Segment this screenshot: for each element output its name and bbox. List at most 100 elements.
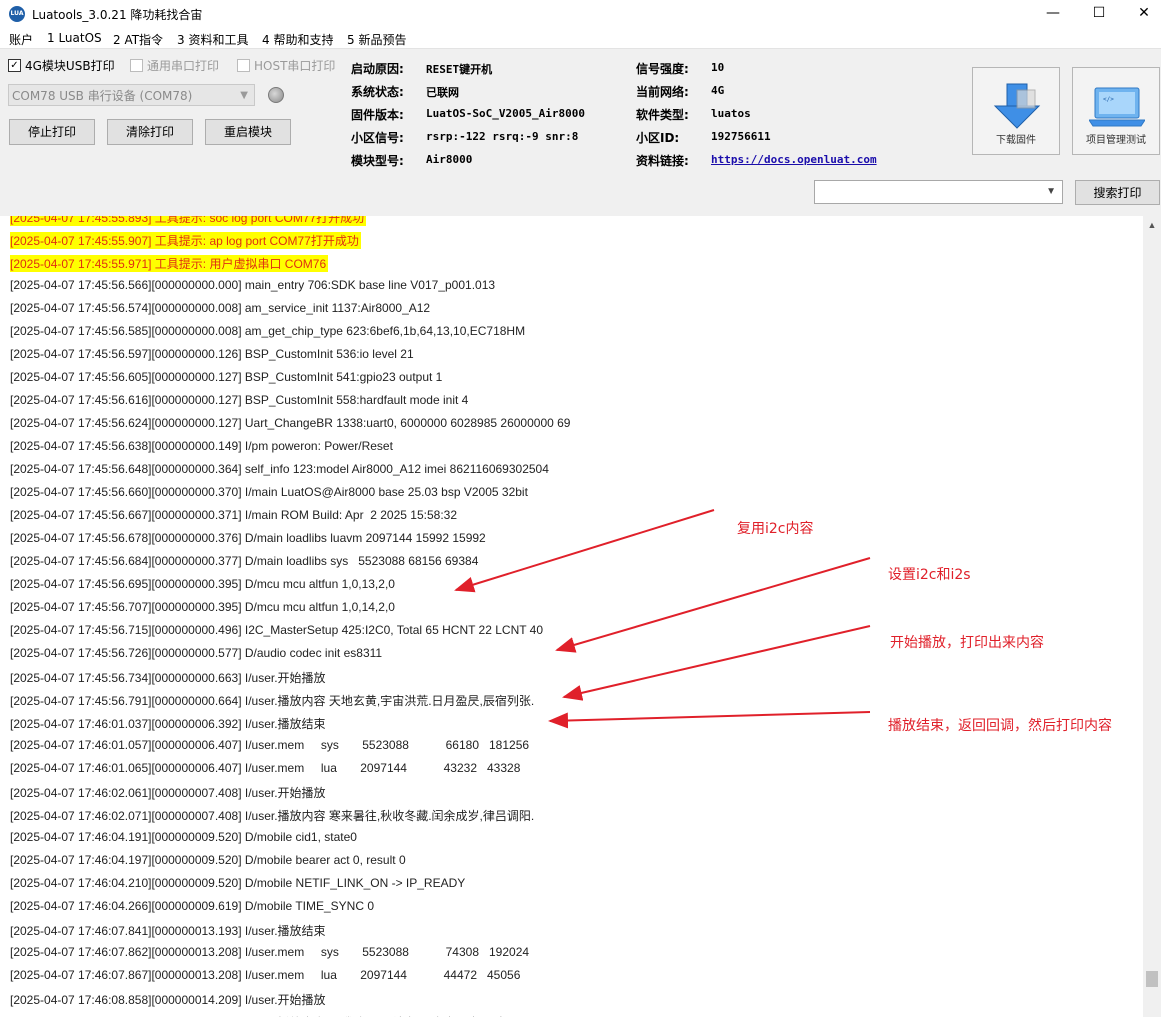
annotation-play-start: 开始播放，打印出来内容 — [890, 635, 1044, 651]
log-line: [2025-04-07 17:45:56.695][000000000.395]… — [10, 577, 395, 591]
log-output[interactable]: [2025-04-07 17:45:55.893] 工具提示: soc log … — [0, 216, 1143, 1017]
search-input[interactable]: ▼ — [814, 180, 1063, 204]
window-title: Luatools_3.0.21 降功耗找合宙 — [32, 8, 203, 22]
cell-signal-label: 小区信号: — [351, 131, 404, 145]
scroll-up-arrow-icon[interactable]: ▲ — [1143, 216, 1161, 234]
log-line: [2025-04-07 17:46:04.191][000000009.520]… — [10, 830, 357, 844]
usb-print-label: 4G模块USB打印 — [25, 59, 115, 73]
cell-signal-value: rsrp:-122 rsrq:-9 snr:8 — [426, 130, 579, 143]
system-state-label: 系统状态: — [351, 85, 404, 99]
log-line: [2025-04-07 17:45:55.907] 工具提示: ap log p… — [10, 232, 361, 249]
checkbox-box — [130, 59, 143, 72]
download-firmware-button[interactable]: 下载固件 — [972, 67, 1060, 155]
usb-print-checkbox[interactable]: ✓ 4G模块USB打印 — [8, 57, 115, 74]
annotation-reuse-i2c: 复用i2c内容 — [737, 521, 814, 537]
log-line: [2025-04-07 17:46:02.071][000000007.408]… — [10, 809, 535, 823]
menu-help-support[interactable]: 4 帮助和支持 — [262, 31, 333, 48]
port-select[interactable]: COM78 USB 串行设备 (COM78) ▼ — [8, 84, 255, 106]
signal-strength-label: 信号强度: — [636, 62, 689, 76]
software-type-value: luatos — [711, 107, 751, 120]
network-label: 当前网络: — [636, 85, 689, 99]
title-bar: LUA Luatools_3.0.21 降功耗找合宙 — ☐ ✕ — [0, 0, 1161, 28]
checkmark-icon: ✓ — [8, 59, 21, 72]
clear-print-button[interactable]: 清除打印 — [107, 119, 193, 145]
maximize-button[interactable]: ☐ — [1076, 0, 1122, 28]
menu-account[interactable]: 账户 — [9, 31, 33, 48]
log-line: [2025-04-07 17:46:07.862][000000013.208]… — [10, 945, 530, 959]
project-manager-label: 项目管理测试 — [1086, 135, 1146, 146]
module-model-label: 模块型号: — [351, 154, 404, 168]
menu-resources-tools[interactable]: 3 资料和工具 — [177, 31, 248, 48]
log-line: [2025-04-07 17:45:56.605][000000000.127]… — [10, 370, 443, 384]
annotation-play-end: 播放结束，返回回调，然后打印内容 — [888, 718, 1112, 734]
log-line: [2025-04-07 17:46:02.061][000000007.408]… — [10, 786, 326, 800]
network-value: 4G — [711, 84, 725, 97]
log-line: [2025-04-07 17:45:56.660][000000000.370]… — [10, 485, 528, 499]
cell-id-label: 小区ID: — [636, 131, 680, 145]
docs-link[interactable]: https://docs.openluat.com — [711, 153, 877, 166]
log-line: [2025-04-07 17:46:04.197][000000009.520]… — [10, 853, 406, 867]
download-firmware-label: 下载固件 — [996, 135, 1036, 146]
app-logo-icon: LUA — [9, 6, 25, 22]
port-select-value: COM78 USB 串行设备 (COM78) — [12, 89, 193, 103]
restart-module-button[interactable]: 重启模块 — [205, 119, 291, 145]
signal-strength-value: 10 — [711, 61, 725, 74]
log-line: [2025-04-07 17:45:55.971] 工具提示: 用户虚拟串口 C… — [10, 255, 329, 272]
log-line: [2025-04-07 17:46:01.065][000000006.407]… — [10, 761, 521, 775]
log-line: [2025-04-07 17:46:01.057][000000006.407]… — [10, 738, 530, 752]
log-line: [2025-04-07 17:45:56.684][000000000.377]… — [10, 554, 479, 568]
download-arrow-icon — [993, 83, 1041, 129]
menu-new-products[interactable]: 5 新品预告 — [347, 31, 406, 48]
uart-print-checkbox[interactable]: 通用串口打印 — [130, 57, 219, 74]
scroll-thumb[interactable] — [1146, 971, 1158, 987]
log-scrollbar[interactable]: ▲ — [1143, 216, 1161, 1017]
log-line: [2025-04-07 17:45:56.667][000000000.371]… — [10, 508, 457, 522]
log-line: [2025-04-07 17:45:56.597][000000000.126]… — [10, 347, 414, 361]
module-model-value: Air8000 — [426, 153, 473, 166]
log-line: [2025-04-07 17:46:07.867][000000013.208]… — [10, 968, 521, 982]
software-type-label: 软件类型: — [636, 108, 689, 122]
annotation-setup-i2c-i2s: 设置i2c和i2s — [888, 567, 971, 583]
log-line: [2025-04-07 17:45:56.574][000000000.008]… — [10, 301, 431, 315]
log-line: [2025-04-07 17:46:08.858][000000014.209]… — [10, 993, 326, 1007]
log-line: [2025-04-07 17:45:56.791][000000000.664]… — [10, 694, 535, 708]
host-print-checkbox[interactable]: HOST串口打印 — [237, 57, 335, 74]
log-line: [2025-04-07 17:46:04.266][000000009.619]… — [10, 899, 375, 913]
uart-print-label: 通用串口打印 — [147, 59, 220, 73]
checkbox-box — [237, 59, 250, 72]
log-line: [2025-04-07 17:45:56.707][000000000.395]… — [10, 600, 395, 614]
close-button[interactable]: ✕ — [1121, 0, 1161, 28]
log-line: [2025-04-07 17:45:56.648][000000000.364]… — [10, 462, 549, 476]
tool-panel: ✓ 4G模块USB打印 通用串口打印 HOST串口打印 COM78 USB 串行… — [0, 48, 1161, 217]
log-line: [2025-04-07 17:45:56.624][000000000.127]… — [10, 416, 571, 430]
host-print-label: HOST串口打印 — [254, 59, 336, 73]
log-line: [2025-04-07 17:46:07.841][000000013.193]… — [10, 924, 326, 938]
log-line: [2025-04-07 17:45:56.638][000000000.149]… — [10, 439, 393, 453]
project-manager-button[interactable]: </> 项目管理测试 — [1072, 67, 1160, 155]
menu-luatos[interactable]: 1 LuatOS — [47, 31, 102, 45]
refresh-port-icon[interactable] — [268, 87, 284, 103]
log-line: [2025-04-07 17:45:56.616][000000000.127]… — [10, 393, 469, 407]
docs-link-label: 资料链接: — [636, 154, 689, 168]
log-line: [2025-04-07 17:45:56.585][000000000.008]… — [10, 324, 526, 338]
cell-id-value: 192756611 — [711, 130, 771, 143]
log-line: [2025-04-07 17:45:56.734][000000000.663]… — [10, 671, 326, 685]
laptop-code-icon: </> — [1089, 87, 1145, 127]
firmware-value: LuatOS-SoC_V2005_Air8000 — [426, 107, 585, 120]
log-line: [2025-04-07 17:46:04.210][000000009.520]… — [10, 876, 466, 890]
boot-reason-value: RESET键开机 — [426, 63, 493, 76]
system-state-value: 已联网 — [426, 86, 459, 99]
chevron-down-icon: ▼ — [1046, 186, 1056, 197]
boot-reason-label: 启动原因: — [351, 62, 404, 76]
firmware-label: 固件版本: — [351, 108, 404, 122]
menu-at-commands[interactable]: 2 AT指令 — [113, 31, 163, 48]
log-line: [2025-04-07 17:46:01.037][000000006.392]… — [10, 717, 326, 731]
log-line: [2025-04-07 17:45:56.726][000000000.577]… — [10, 646, 383, 660]
search-print-button[interactable]: 搜索打印 — [1075, 180, 1160, 205]
minimize-button[interactable]: — — [1030, 0, 1076, 28]
stop-print-button[interactable]: 停止打印 — [9, 119, 95, 145]
chevron-down-icon: ▼ — [240, 90, 248, 101]
svg-text:</>: </> — [1103, 96, 1114, 103]
log-line: [2025-04-07 17:45:56.715][000000000.496]… — [10, 623, 544, 637]
log-line: [2025-04-07 17:45:56.566][000000000.000]… — [10, 278, 496, 292]
